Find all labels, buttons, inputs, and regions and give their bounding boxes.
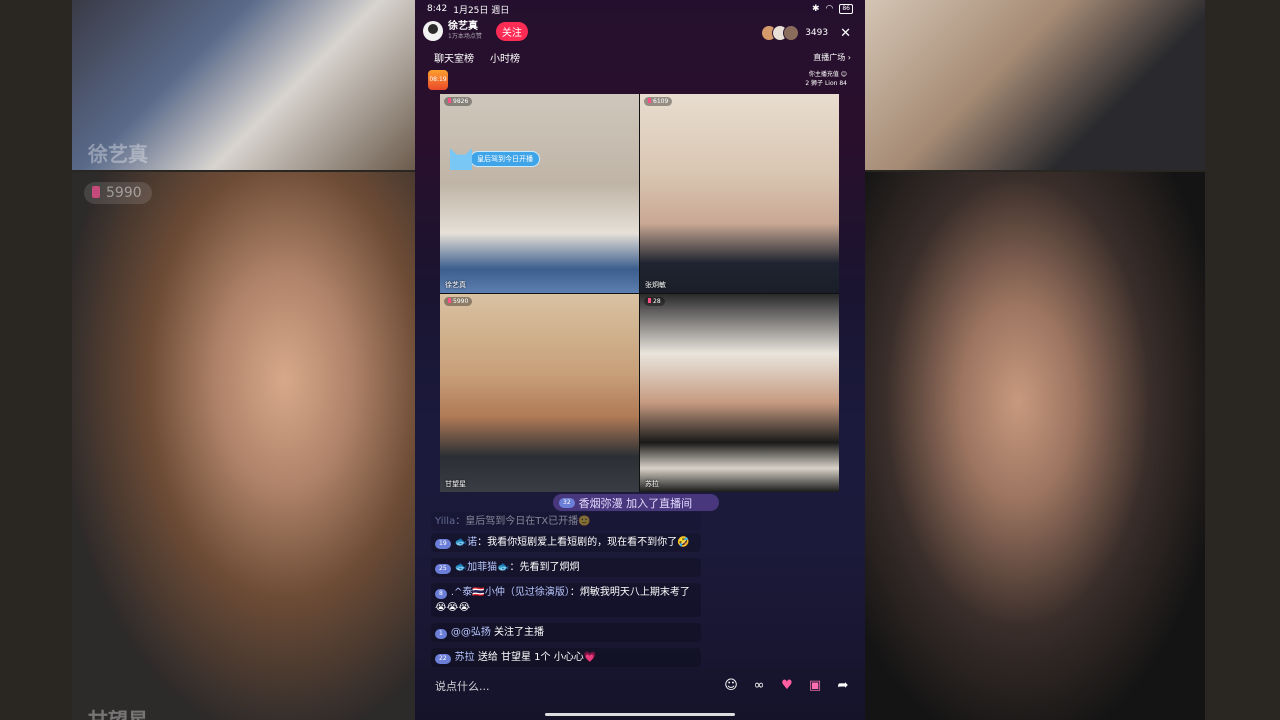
gift-icon[interactable]: ▣ (807, 678, 823, 694)
participant-badge: 28 (644, 297, 665, 306)
close-icon[interactable]: ✕ (840, 26, 851, 41)
level-badge: 32 (559, 497, 575, 508)
announcement-tag[interactable]: 皇后驾到今日开播 (450, 148, 540, 170)
participant-name: 苏拉 (645, 480, 659, 488)
status-bar: 8:42 1月25日 週日 ✱ ◠ 86 (427, 2, 853, 16)
home-indicator (545, 713, 735, 716)
viewer-group[interactable]: 3493 ✕ (761, 25, 851, 41)
battery-icon: 86 (839, 4, 853, 14)
background-right-panel (865, 0, 1280, 720)
participant-name: 甘望星 (445, 480, 466, 488)
participant-name: 徐艺真 (445, 281, 466, 289)
participant-tile[interactable]: 28 苏拉 (640, 294, 839, 492)
background-tile-bottom-left (72, 172, 415, 720)
live-plaza-link[interactable]: 直播广场 › (813, 52, 851, 63)
host-card[interactable]: 徐艺真 1万本场点赞 关注 (423, 21, 528, 41)
participant-tile[interactable]: 9826 皇后驾到今日开播 徐艺真 (440, 94, 639, 293)
host-avatar[interactable] (423, 21, 443, 41)
background-name-top: 徐艺真 (88, 142, 148, 166)
chat-message[interactable]: 22 苏拉 送给 甘望星 1个 小心心💗 (431, 648, 701, 667)
share-icon[interactable]: ➦ (835, 678, 851, 694)
level-badge: 8 (435, 589, 447, 599)
status-time: 8:42 (427, 4, 448, 14)
link-icon[interactable]: ∞ (751, 678, 767, 694)
level-badge: 25 (435, 564, 451, 574)
tab-hourly-rank[interactable]: 小时榜 (490, 50, 520, 65)
live-stream-screen: 8:42 1月25日 週日 ✱ ◠ 86 徐艺真 1万本场点赞 关注 3493 … (415, 0, 865, 720)
participant-name: 张炯敏 (645, 281, 666, 289)
gift-box-icon[interactable]: 08:19 (428, 70, 448, 90)
host-likes: 1万本场点赞 (448, 33, 482, 40)
participant-tile[interactable]: 5990 甘望星 (440, 294, 639, 492)
bluetooth-icon: ✱ (811, 4, 820, 14)
background-left-panel: 徐艺真 5990 甘望星 (0, 0, 415, 720)
level-badge: 1 (435, 629, 447, 639)
viewer-avatar[interactable] (783, 25, 800, 41)
comment-bar: 说点什么... ☺ ∞ ♥ ▣ ➦ (415, 672, 865, 700)
comment-input[interactable]: 说点什么... (435, 678, 490, 694)
level-badge: 22 (435, 654, 451, 664)
chat-message[interactable]: 1 @@弘扬 关注了主播 (431, 623, 701, 642)
level-badge: 19 (435, 539, 451, 549)
video-grid: 9826 皇后驾到今日开播 徐艺真 6109 张炯敏 5990 甘望星 28 苏… (440, 94, 839, 492)
host-name: 徐艺真 (448, 21, 478, 32)
chat-message[interactable]: 8 .^泰🇹🇭小仲（见过徐演版）：炯敏我明天八上期末考了😭😭😭 (431, 583, 701, 617)
rank-info: 你主播充值 😊 2 狮子 Lion 84 (805, 71, 847, 87)
chat-message[interactable]: Yilla：皇后驾到今日在TX已开播🙂 (431, 512, 701, 531)
heart-gift-icon[interactable]: ♥ (779, 678, 795, 694)
chat-message[interactable]: 25 🐟加菲猫🐟：先看到了炯炯 (431, 558, 701, 577)
ranking-tabs: 聊天室榜 小时榜 (434, 50, 520, 65)
participant-badge: 5990 (444, 297, 473, 306)
chat-list: Yilla：皇后驾到今日在TX已开播🙂 19 🐟诺：我看你短剧爱上看短剧的，现在看… (431, 512, 701, 673)
status-date: 1月25日 週日 (453, 5, 510, 16)
background-name-bottom: 甘望星 (88, 708, 148, 720)
cat-icon (450, 148, 472, 170)
background-tile-top-right (865, 0, 1205, 170)
chat-message[interactable]: 19 🐟诺：我看你短剧爱上看短剧的，现在看不到你了🤣 (431, 533, 701, 552)
follow-button[interactable]: 关注 (495, 21, 528, 41)
emoji-icon[interactable]: ☺ (723, 678, 739, 694)
tab-chatroom-rank[interactable]: 聊天室榜 (434, 50, 474, 65)
participant-badge: 9826 (444, 97, 473, 106)
participant-badge: 6109 (644, 97, 673, 106)
participant-tile[interactable]: 6109 张炯敏 (640, 94, 839, 293)
background-badge: 5990 (84, 182, 152, 204)
background-tile-bottom-right (865, 172, 1205, 720)
viewer-count: 3493 (805, 28, 829, 38)
join-notice: 32 香烟弥漫 加入了直播间 (553, 494, 719, 511)
wifi-icon: ◠ (825, 4, 834, 14)
